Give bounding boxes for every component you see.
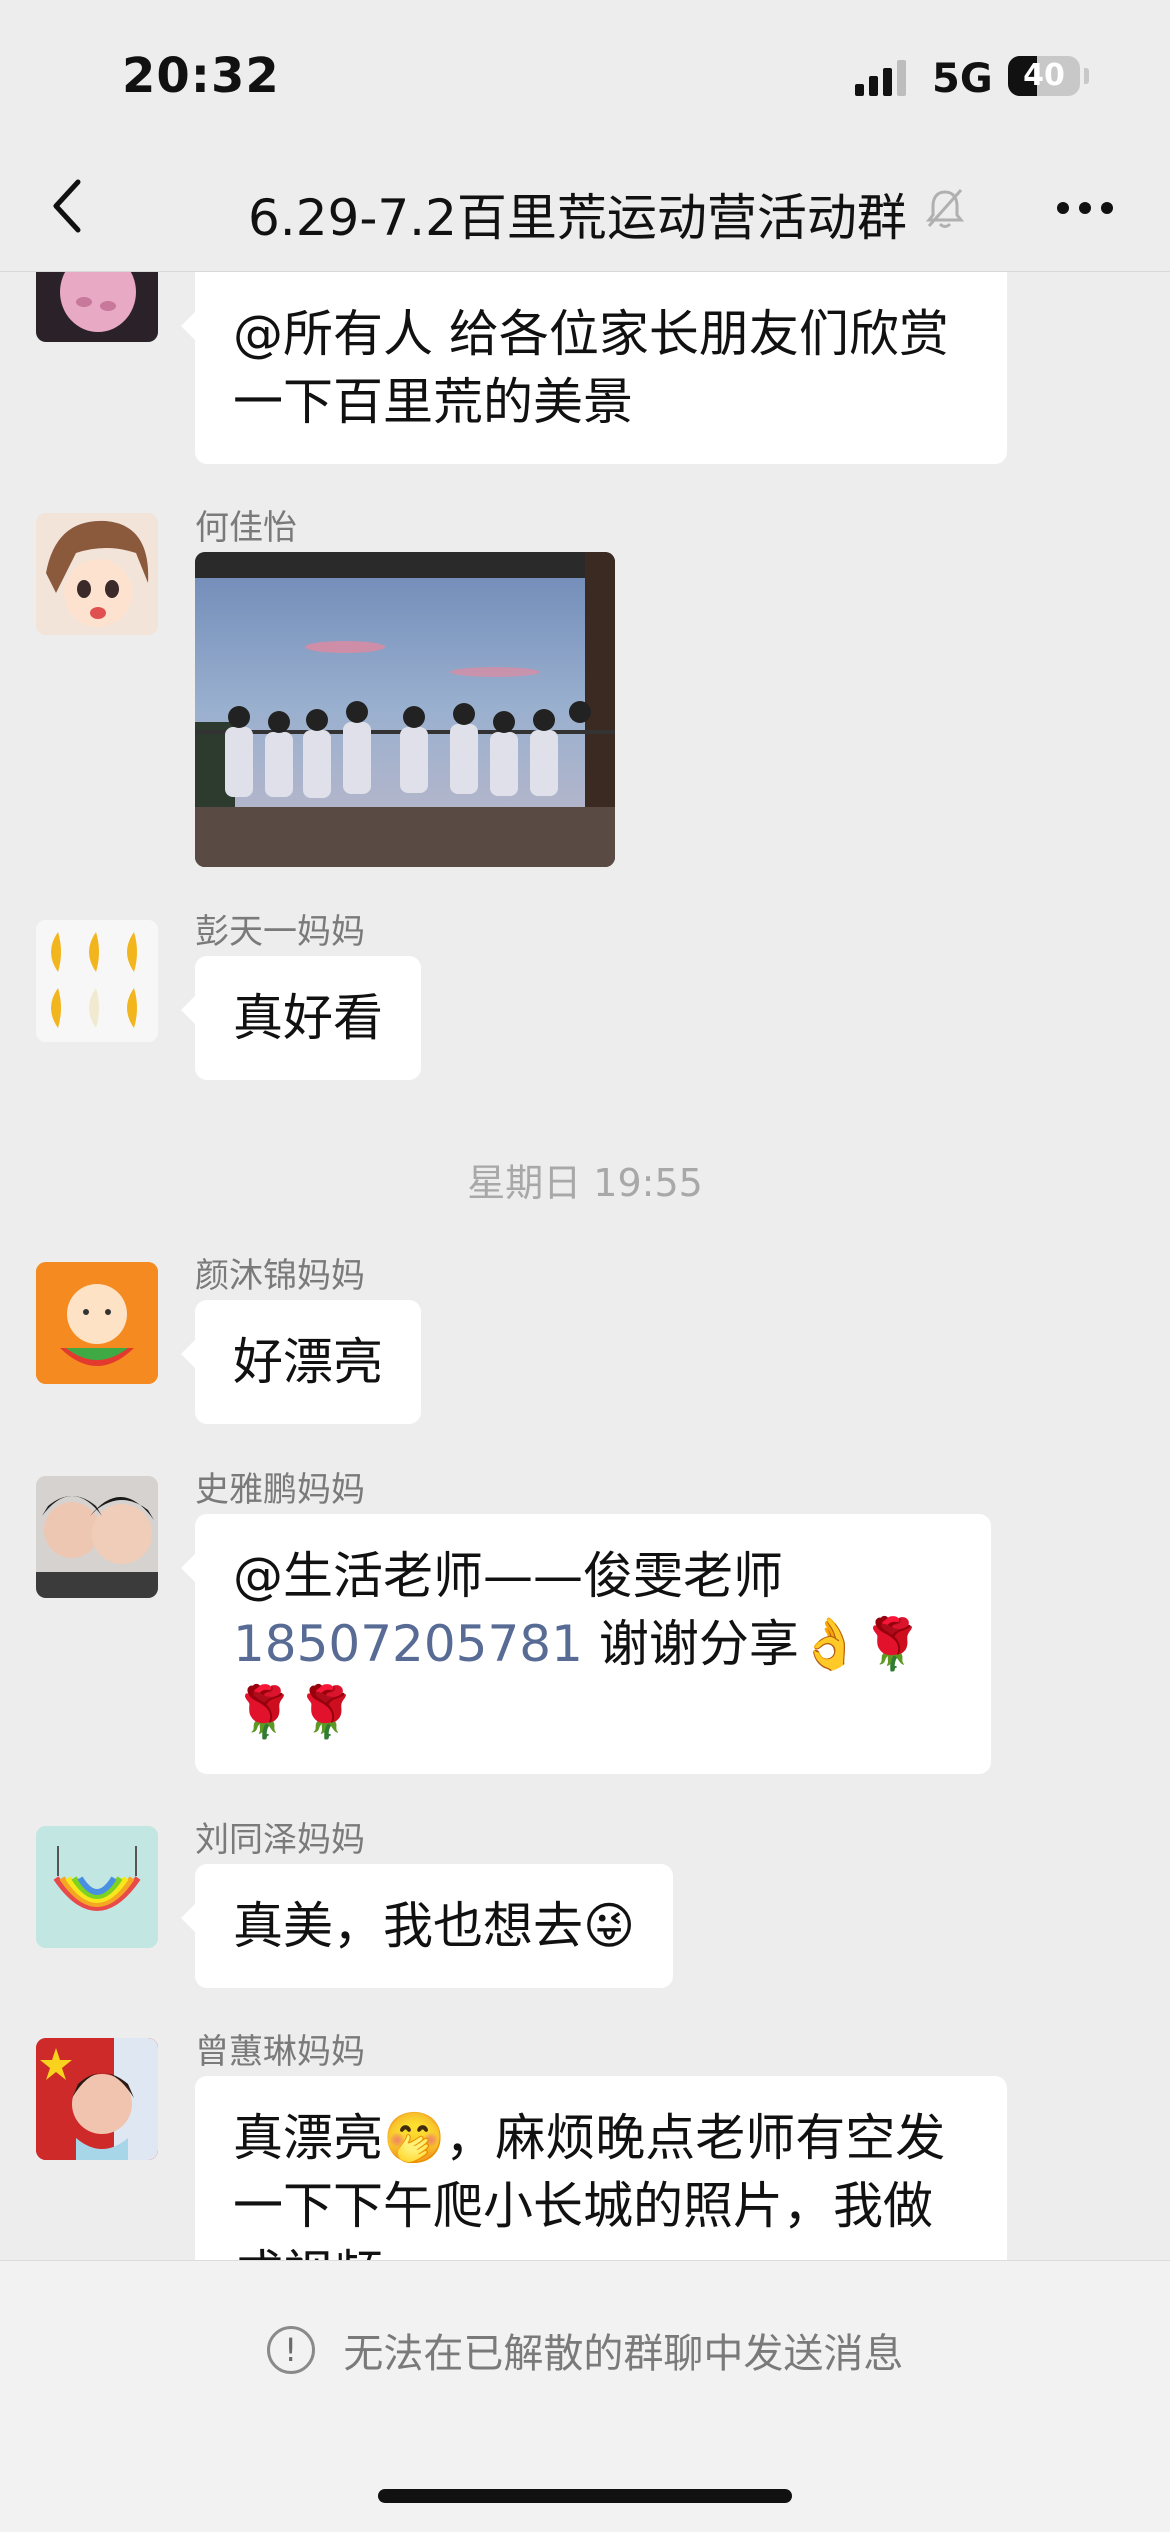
signal-icon xyxy=(855,60,906,96)
message-text: 真美，我也想去😜 xyxy=(233,1897,636,1955)
status-time: 20:32 xyxy=(122,48,280,104)
sender-name: 刘同泽妈妈 xyxy=(195,1820,365,1860)
input-area: ! 无法在已解散的群聊中发送消息 xyxy=(0,2260,1170,2532)
shared-photo[interactable] xyxy=(195,552,615,867)
back-arrow-icon[interactable] xyxy=(48,176,88,236)
sender-name: 彭天一妈妈 xyxy=(195,912,365,952)
message-text: 好漂亮 xyxy=(233,1333,383,1391)
message-text: @所有人 给各位家长朋友们欣赏一下百里荒的美景 xyxy=(233,305,949,431)
disbanded-notice: ! 无法在已解散的群聊中发送消息 xyxy=(0,2321,1170,2379)
message-list[interactable]: @所有人 给各位家长朋友们欣赏一下百里荒的美景 何佳怡 彭天一妈妈 真好看 星期… xyxy=(0,272,1170,2260)
battery-level: 40 xyxy=(1023,58,1065,93)
phone-number-link[interactable]: 18507205781 xyxy=(233,1615,583,1673)
timestamp: 星期日 19:55 xyxy=(467,1161,703,1205)
bell-muted-icon xyxy=(925,189,965,228)
avatar[interactable] xyxy=(36,2038,158,2160)
network-label: 5G xyxy=(932,56,993,102)
message-bubble[interactable]: 真漂亮🤭，麻烦晚点老师有空发一下下午爬小长城的照片，我做成视频 xyxy=(195,2076,1007,2260)
sender-name: 何佳怡 xyxy=(195,508,297,548)
avatar[interactable] xyxy=(36,920,158,1042)
battery-icon: 40 xyxy=(1008,56,1080,96)
avatar[interactable] xyxy=(36,1476,158,1598)
message-text: 真好看 xyxy=(233,989,383,1047)
status-bar: 20:32 5G 40 xyxy=(0,0,1170,150)
avatar[interactable] xyxy=(36,1262,158,1384)
message-bubble[interactable]: 真好看 xyxy=(181,956,421,1080)
sender-name: 颜沐锦妈妈 xyxy=(195,1256,365,1296)
message-bubble[interactable]: 真美，我也想去😜 xyxy=(180,1864,674,1988)
more-options-icon[interactable] xyxy=(1055,200,1115,216)
chat-title: 6.29-7.2百里荒运动营活动群 xyxy=(248,189,907,247)
sender-name: 曾蕙琳妈妈 xyxy=(195,2032,365,2072)
avatar[interactable] xyxy=(36,1826,158,1948)
avatar[interactable] xyxy=(36,513,158,635)
message-text: @生活老师——俊雯老师 xyxy=(233,1547,783,1605)
message-bubble[interactable]: 好漂亮 xyxy=(181,1300,421,1424)
info-icon: ! xyxy=(266,2326,315,2374)
home-indicator[interactable] xyxy=(378,2489,792,2503)
chat-header: 6.29-7.2百里荒运动营活动群 xyxy=(0,150,1170,272)
notice-text: 无法在已解散的群聊中发送消息 xyxy=(343,2331,904,2377)
avatar[interactable] xyxy=(36,272,158,342)
message-text: 真漂亮🤭，麻烦晚点老师有空发一下下午爬小长城的照片，我做成视频 xyxy=(233,2109,946,2260)
sender-name: 史雅鹏妈妈 xyxy=(195,1470,365,1510)
message-bubble[interactable]: @所有人 给各位家长朋友们欣赏一下百里荒的美景 xyxy=(181,272,1007,464)
battery-tip xyxy=(1084,68,1089,84)
message-bubble[interactable]: @生活老师——俊雯老师 18507205781 谢谢分享👌🌹🌹🌹 xyxy=(181,1514,991,1774)
